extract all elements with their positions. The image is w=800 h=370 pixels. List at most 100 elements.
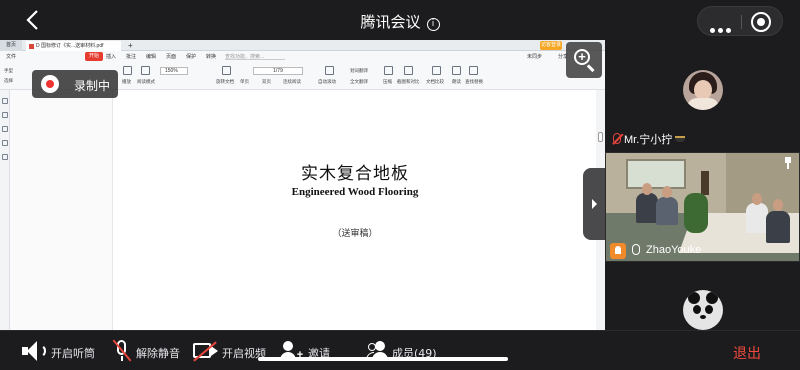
capsule-divider <box>741 15 742 29</box>
camera-lens <box>211 346 218 356</box>
tool-read-mode: 阅读模式 <box>137 79 155 84</box>
more-icon[interactable] <box>710 20 734 38</box>
avatar[interactable] <box>683 290 723 330</box>
pin-icon[interactable] <box>783 157 793 169</box>
wps-menu-comment: 批注 <box>126 54 137 60</box>
speaker-button[interactable]: 开启听筒 <box>22 339 102 363</box>
video-person <box>766 211 790 243</box>
wps-tab-bar: 首页 D 国标修订《实...送审材料.pdf + 访客登录 <box>0 40 605 51</box>
participant-name-text: Mr.宁小拧 <box>624 134 673 146</box>
panda-eye <box>693 305 701 314</box>
video-off-icon <box>193 341 219 362</box>
avatar-face <box>694 80 712 100</box>
tool-read-aloud: 朗读 <box>452 79 461 84</box>
video-lamp <box>701 171 709 195</box>
camera-body <box>193 343 211 358</box>
member-head-front <box>375 341 385 351</box>
speaker-icon-cone <box>27 341 37 361</box>
close-mini-program-icon[interactable] <box>751 12 771 32</box>
document-draft-note: （送审稿） <box>332 229 378 239</box>
zoom-in-icon: + <box>574 49 590 65</box>
avatar-shirt <box>687 98 719 110</box>
video-person <box>656 197 678 225</box>
sunglasses-icon <box>675 136 686 142</box>
video-window <box>626 159 686 189</box>
avatar[interactable] <box>683 70 723 110</box>
tool-play: 播放 <box>122 79 131 84</box>
wps-zoom-box: 150% <box>160 67 188 75</box>
video-person-head <box>773 199 783 211</box>
new-tab-icon: + <box>128 41 133 50</box>
speaker-badge-icon <box>610 243 626 259</box>
read-aloud-icon <box>452 66 461 75</box>
wps-unsynced: 未同步 <box>527 54 543 60</box>
tool-word-translate: 划词翻译 <box>350 68 368 73</box>
exit-button[interactable]: 退出 <box>733 343 761 363</box>
mic-muted-icon <box>613 133 621 144</box>
document-page: 实木复合地板 Engineered Wood Flooring （送审稿） <box>114 90 596 330</box>
panda-ear <box>706 292 718 304</box>
document-title-cn: 实木复合地板 <box>301 164 409 184</box>
rotate-icon <box>222 66 231 75</box>
tool-double-page: 双页 <box>262 79 271 84</box>
wps-menu-insert: 插入 <box>106 54 117 60</box>
tool-hand: 手型 <box>4 68 13 73</box>
attachment-icon <box>2 140 8 146</box>
participant-name: Mr.宁小拧 <box>613 131 686 147</box>
wps-document-tab: D 国标修订《实...送审材料.pdf <box>26 41 121 51</box>
wps-menu-bar: 文件 开始 插入 批注 编辑 页面 保护 转换 查找功能、搜索... 未同步 分… <box>0 51 605 62</box>
wps-page-box: 1/79 <box>253 67 303 75</box>
wps-menu-protect: 保护 <box>186 54 197 60</box>
speaker-icon <box>22 341 48 363</box>
participant-video[interactable]: ZhaoYouke <box>605 152 800 262</box>
tool-screenshot: 截图和对比 <box>397 79 420 84</box>
video-person <box>746 203 768 233</box>
zoom-handle <box>587 64 595 72</box>
wps-menu-convert: 转换 <box>206 54 217 60</box>
speaker-icon-wave <box>37 344 46 358</box>
document-title-en: Engineered Wood Flooring <box>291 186 419 198</box>
wps-menu-file: 文件 <box>6 54 17 60</box>
comment-icon <box>2 126 8 132</box>
tool-compare: 文档比较 <box>426 79 444 84</box>
top-bar: 腾讯会议 i <box>0 0 800 40</box>
read-mode-icon <box>141 66 150 75</box>
mic-base <box>121 356 123 361</box>
mic-muted-icon <box>112 339 132 363</box>
unmute-button[interactable]: 解除静音 <box>112 339 192 363</box>
video-name-bar: ZhaoYouke <box>606 241 716 261</box>
video-person-head <box>662 186 672 198</box>
participant-panel: Mr.宁小拧 ZhaoYouke <box>605 40 800 330</box>
tool-continuous: 连续阅读 <box>283 79 301 84</box>
play-icon <box>123 66 132 75</box>
wps-home-tab: 首页 <box>0 40 22 51</box>
meeting-title-text: 腾讯会议 <box>360 13 421 31</box>
zoom-in-button[interactable]: + <box>566 42 602 78</box>
wps-menu-page: 页面 <box>166 54 177 60</box>
speaker-label: 开启听筒 <box>51 347 95 360</box>
wps-menu-edit: 编辑 <box>146 54 157 60</box>
video-plant <box>684 193 708 233</box>
wps-menu-start: 开始 <box>85 52 104 61</box>
find-replace-icon <box>469 66 478 75</box>
panda-ear <box>688 292 700 304</box>
wps-login-badge: 访客登录 <box>540 41 562 50</box>
info-icon[interactable]: i <box>426 18 440 31</box>
home-indicator[interactable] <box>258 357 508 361</box>
compare-icon <box>432 66 441 75</box>
thumbnail-icon <box>2 112 8 118</box>
participant-name-text: ZhaoYouke <box>646 244 702 256</box>
recording-dot-icon <box>41 75 59 93</box>
video-person-head <box>752 193 762 205</box>
tool-select: 选择 <box>4 78 13 83</box>
tool-rotate: 旋转文档 <box>216 79 234 84</box>
meeting-title: 腾讯会议 i <box>0 11 800 32</box>
tool-compress: 压缩 <box>383 79 392 84</box>
wps-side-panel <box>10 90 113 330</box>
collapse-panel-button[interactable] <box>583 168 605 240</box>
mic-icon <box>632 244 640 255</box>
wps-search-box: 查找功能、搜索... <box>225 53 285 60</box>
compress-icon <box>384 66 393 75</box>
recording-indicator[interactable]: 录制中 <box>32 70 118 98</box>
panda-nose <box>700 315 706 319</box>
